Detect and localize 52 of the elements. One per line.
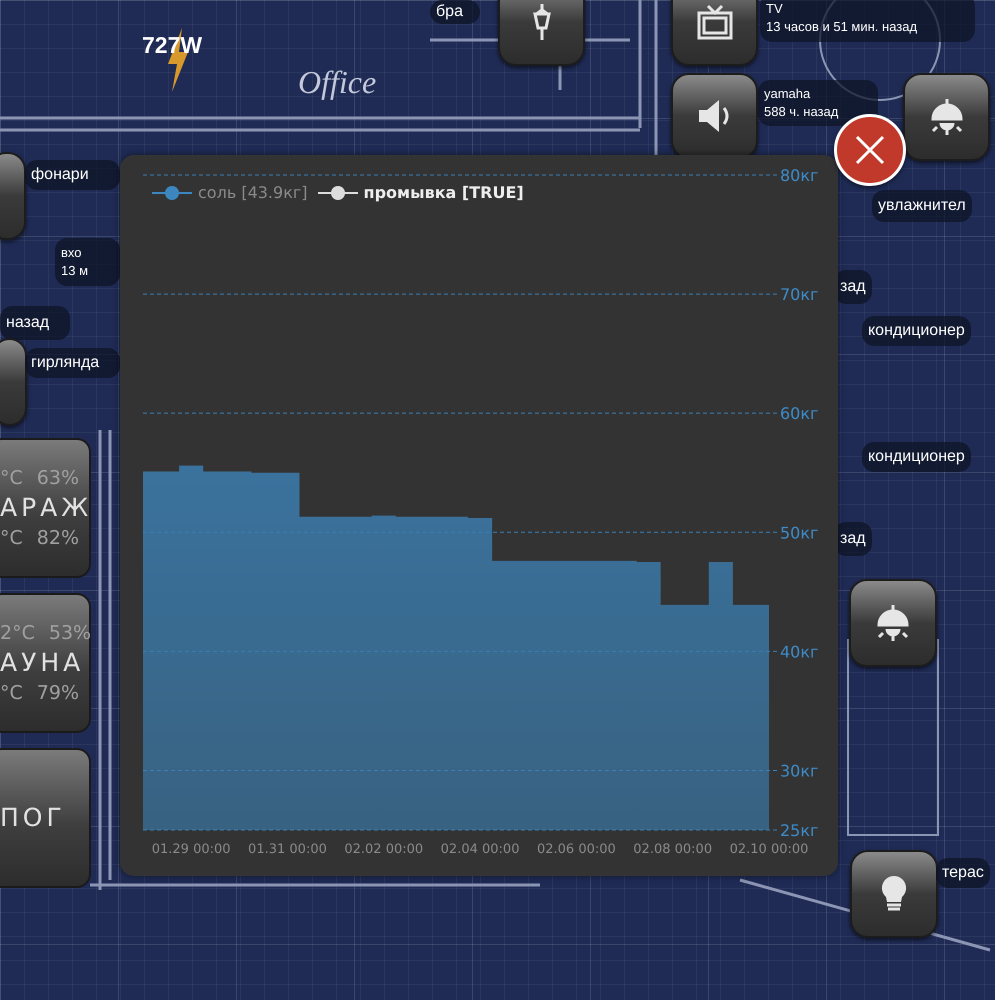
y-axis-label: 30кг [780,761,818,780]
room-label: Office [298,64,376,101]
close-icon [853,133,887,167]
x-axis-label: 01.29 00:00 [152,842,231,857]
room-tile[interactable]: °C 63% АРАЖ °C 82% [0,438,91,578]
humidity-reading: 82% [36,526,80,550]
label-text: 13 м [61,262,90,280]
label-text: кондиционер [868,321,965,341]
label-text: yamaha [764,85,812,103]
x-axis-label: 02.04 00:00 [440,842,520,857]
label-text: зад [840,277,866,297]
y-axis-label: 50кг [780,523,818,542]
x-axis-label: 02.02 00:00 [344,842,424,857]
label-text: фонари [31,165,90,185]
device-button[interactable] [498,0,585,66]
x-axis-label: 02.08 00:00 [633,842,712,857]
temperature-reading: 2°C [0,621,35,645]
label-text: кондиционер [868,447,965,467]
label-text: назад [6,313,50,333]
x-axis-label: 01.31 00:00 [248,842,327,857]
label-text: гирлянда [31,353,100,373]
device-button[interactable] [849,579,937,667]
y-axis-label: 80кг [780,166,818,185]
legend-item[interactable]: соль [43.9кг] [152,183,308,202]
tv-icon [694,2,734,42]
temperature-reading: °C [0,466,23,490]
humidity-reading: 63% [36,466,80,490]
label-text: 13 часов и 51 мин. назад [766,18,918,36]
temperature-reading: °C [0,681,23,705]
y-axis-label: 70кг [780,285,818,304]
y-axis-label: 40кг [780,642,818,662]
label-text: вхо [61,244,82,262]
y-axis-label: 60кг [780,404,818,424]
y-axis-label: 25кг [780,821,818,840]
temperature-reading: °C [0,526,23,550]
room-name: ПОГ [0,802,66,834]
legend-item[interactable]: промывка [TRUE] [318,183,524,202]
device-button[interactable] [671,0,758,66]
device-button[interactable] [850,850,938,938]
label-text: терас [942,863,984,883]
device-button[interactable] [903,73,990,161]
x-axis-label: 02.10 00:00 [730,842,808,857]
room-tile[interactable]: ПОГ [0,748,91,888]
humidity-reading: 79% [36,681,80,705]
label-text: 588 ч. назад [764,103,840,121]
x-axis-label: 02.06 00:00 [536,842,616,857]
label-text: увлажнител [878,196,966,216]
label-text: TV [766,0,784,18]
room-name: АРАЖ [0,492,92,524]
room-name: АУНА [0,647,84,679]
label-text: бра [436,2,464,22]
label-text: зад [840,529,866,549]
